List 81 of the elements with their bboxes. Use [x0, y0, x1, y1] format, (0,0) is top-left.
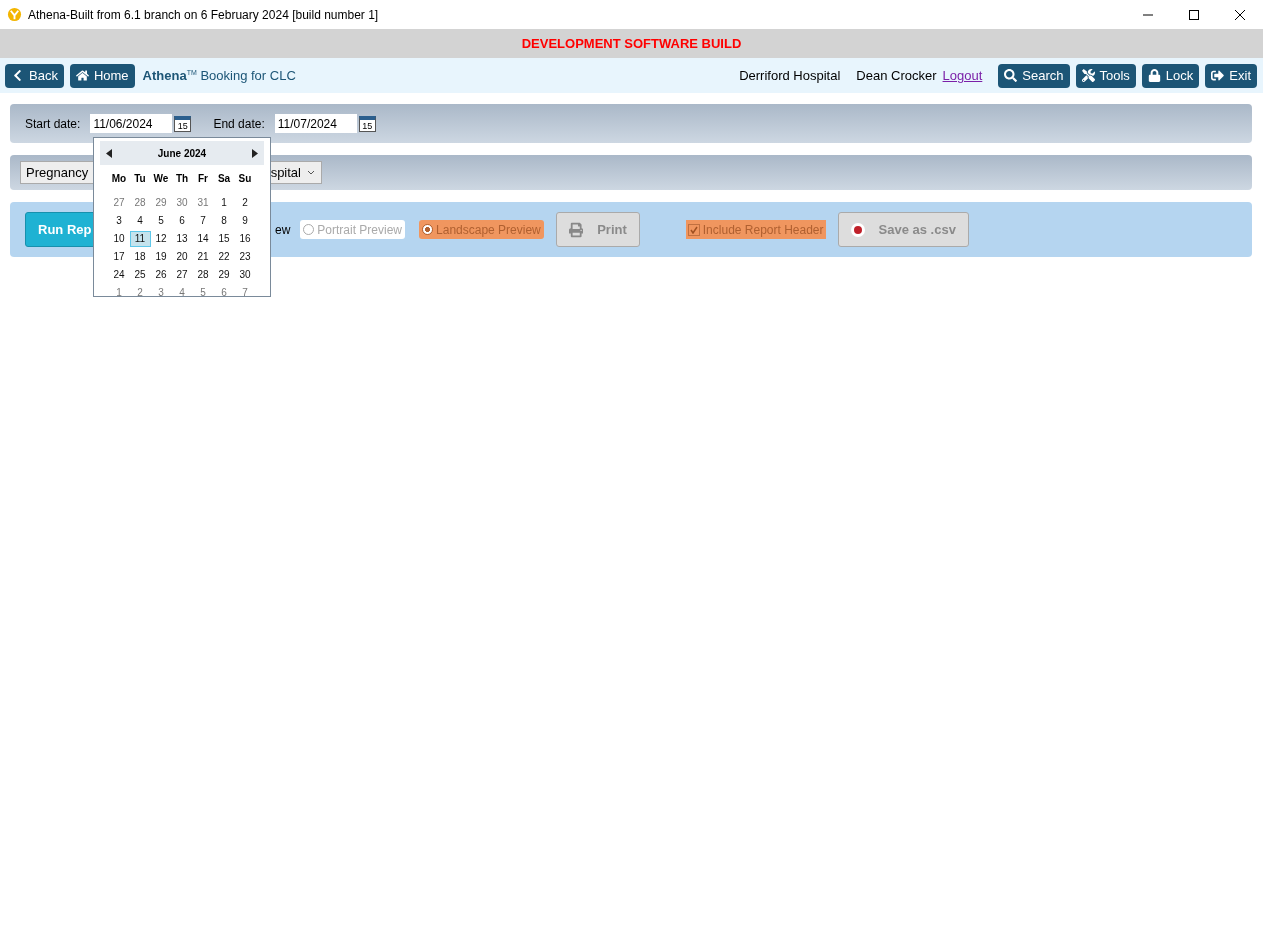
calendar-day[interactable]: 13: [171, 231, 193, 247]
previous-month-icon[interactable]: [106, 148, 112, 158]
calendar-day[interactable]: 6: [213, 285, 235, 301]
calendar-icon[interactable]: 15: [358, 115, 376, 132]
record-icon: [850, 222, 865, 237]
development-banner: DEVELOPMENT SOFTWARE BUILD: [0, 29, 1263, 58]
weekday-label: Su: [237, 172, 253, 186]
logout-link[interactable]: Logout: [942, 68, 983, 83]
hospital-name: Derriford Hospital: [739, 68, 841, 83]
window-title: Athena-Built from 6.1 branch on 6 February 2024 [build number 1]: [28, 7, 379, 22]
calendar-day[interactable]: 9: [234, 213, 256, 229]
calendar-day[interactable]: 28: [192, 267, 214, 283]
calendar-day[interactable]: 19: [150, 249, 172, 265]
lock-icon: [1147, 69, 1161, 82]
calendar-day[interactable]: 12: [150, 231, 172, 247]
calendar-day[interactable]: 4: [171, 285, 193, 301]
calendar-day[interactable]: 22: [213, 249, 235, 265]
calendar-day[interactable]: 8: [213, 213, 235, 229]
tools-button[interactable]: Tools: [1075, 63, 1136, 88]
calendar-day[interactable]: 5: [192, 285, 214, 301]
calendar-day[interactable]: 26: [150, 267, 172, 283]
calendar-day[interactable]: 15: [213, 231, 235, 247]
calendar-day[interactable]: 7: [234, 285, 256, 301]
calendar-day[interactable]: 7: [192, 213, 214, 229]
app-logo-icon: [7, 7, 22, 22]
start-date-field[interactable]: 11/06/2024: [90, 114, 173, 133]
user-name: Dean Crocker: [856, 68, 937, 83]
calendar-day[interactable]: 31: [192, 195, 214, 211]
end-date-field[interactable]: 11/07/2024: [274, 114, 357, 133]
chevron-left-icon: [11, 69, 24, 82]
page-title: Athena$^{TM}$ Booking for CLC: [142, 68, 296, 83]
calendar-day[interactable]: 20: [171, 249, 193, 265]
weekday-label: Tu: [133, 172, 147, 186]
calendar-day[interactable]: 11: [129, 231, 151, 247]
exit-button[interactable]: Exit: [1205, 63, 1257, 88]
checkmark-icon: [689, 225, 698, 234]
lock-button[interactable]: Lock: [1141, 63, 1200, 88]
weekday-label: Mo: [110, 172, 128, 186]
calendar-day[interactable]: 1: [108, 285, 130, 301]
search-button[interactable]: Search: [998, 63, 1070, 88]
calendar-day[interactable]: 24: [108, 267, 130, 283]
home-button[interactable]: Home: [69, 63, 135, 88]
calendar-day[interactable]: 21: [192, 249, 214, 265]
calendar-day[interactable]: 14: [192, 231, 214, 247]
calendar-day[interactable]: 27: [108, 195, 130, 211]
weekday-label: Fr: [197, 172, 209, 186]
calendar-day[interactable]: 10: [108, 231, 130, 247]
calendar-day[interactable]: 25: [129, 267, 151, 283]
weekday-label: Sa: [216, 172, 232, 186]
next-month-icon[interactable]: [252, 148, 258, 158]
weekday-label: We: [152, 172, 170, 186]
month-title: June 2024: [157, 147, 207, 159]
tools-icon: [1081, 69, 1095, 82]
calendar-day[interactable]: 18: [129, 249, 151, 265]
exit-icon: [1211, 69, 1225, 82]
home-icon: [75, 69, 89, 82]
calendar-day[interactable]: 2: [129, 285, 151, 301]
calendar-day[interactable]: 6: [171, 213, 193, 229]
back-button[interactable]: Back: [5, 63, 64, 88]
start-date-label: Start date:: [25, 116, 81, 131]
weekday-label: Th: [174, 172, 190, 186]
search-icon: [1004, 69, 1018, 82]
calendar-day[interactable]: 5: [150, 213, 172, 229]
calendar-day[interactable]: 3: [150, 285, 172, 301]
calendar-day[interactable]: 1: [213, 195, 235, 211]
calendar-day[interactable]: 29: [150, 195, 172, 211]
calendar-day[interactable]: 3: [108, 213, 130, 229]
calendar-day[interactable]: 2: [234, 195, 256, 211]
calendar-day[interactable]: 27: [171, 267, 193, 283]
preview-label: ew: [275, 222, 291, 237]
calendar-day[interactable]: 17: [108, 249, 130, 265]
dropdown-caret-icon[interactable]: [307, 169, 315, 176]
printer-icon: [568, 221, 584, 238]
calendar-day[interactable]: 30: [234, 267, 256, 283]
end-date-label: End date:: [213, 116, 265, 131]
calendar-day[interactable]: 30: [171, 195, 193, 211]
calendar-icon[interactable]: 15: [174, 115, 192, 132]
calendar-day[interactable]: 28: [129, 195, 151, 211]
calendar-day[interactable]: 16: [234, 231, 256, 247]
calendar-day[interactable]: 29: [213, 267, 235, 283]
calendar-day[interactable]: 23: [234, 249, 256, 265]
